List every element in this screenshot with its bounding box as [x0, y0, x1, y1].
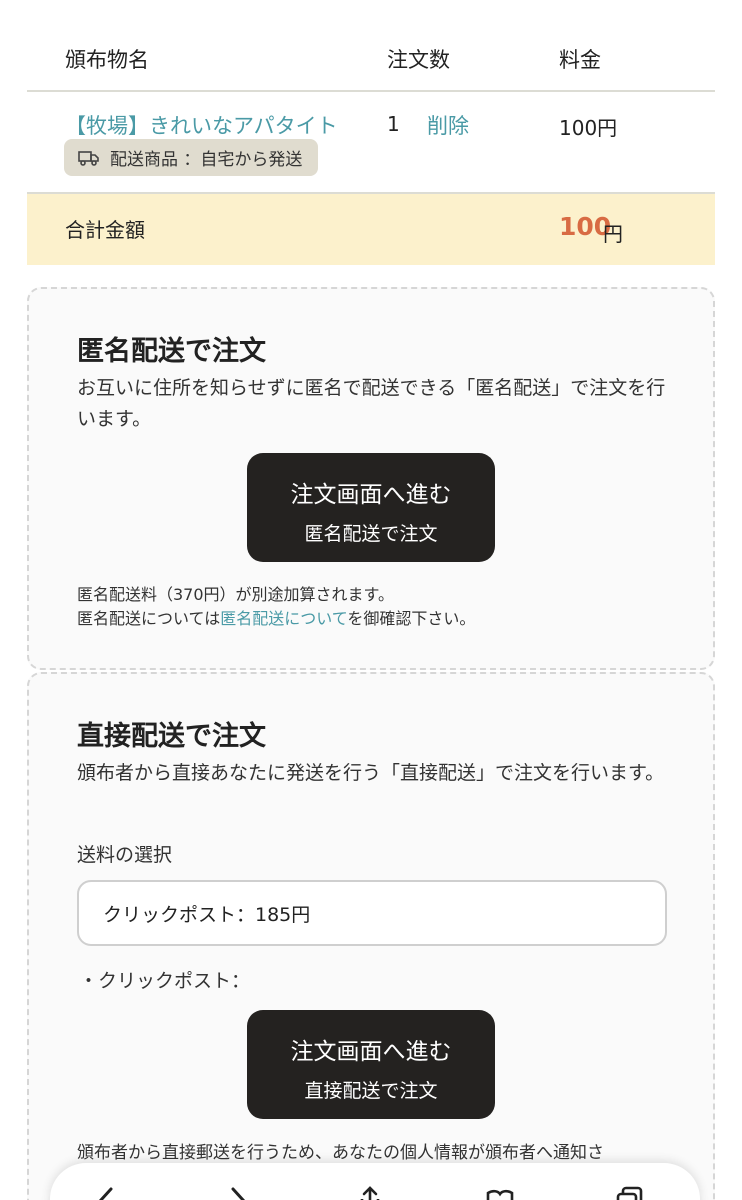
bookmarks-icon[interactable] [485, 1185, 515, 1200]
shipping-badge: 配送商品 ：自宅から発送 [64, 139, 319, 176]
column-header-quantity: 注文数 [387, 48, 450, 72]
total-row: 合計金額 100 円 [27, 194, 715, 265]
anonymous-shipping-title: 匿名配送で注文 [77, 336, 266, 367]
back-icon[interactable] [92, 1185, 122, 1200]
direct-order-button-label: 注文画面へ進む [290, 1039, 452, 1065]
clickpost-bullet: ・クリックポスト： [79, 970, 251, 992]
forward-icon[interactable] [222, 1185, 252, 1200]
anonymous-order-button-label: 注文画面へ進む [290, 482, 452, 508]
total-unit: 円 [603, 222, 623, 246]
item-name-link[interactable]: 【牧場】きれいなアパタイト [65, 110, 338, 140]
direct-privacy-note: 頒布者から直接郵送を行うため、あなたの個人情報が頒布者へ通知さ [77, 1143, 604, 1163]
direct-shipping-description: 頒布者から直接あなたに発送を行う「直接配送」で注文を行います。 [77, 762, 665, 784]
column-header-name: 頒布物名 [65, 48, 149, 72]
shipping-method-value: クリックポスト：185円 [103, 903, 311, 926]
anonymous-info-note: 匿名配送については匿名配送についてを御確認下さい。 [77, 605, 475, 629]
delete-item-link[interactable]: 削除 [427, 110, 469, 140]
anonymous-info-note-suffix: を御確認下さい。 [347, 609, 476, 628]
anonymous-order-button-sublabel: 匿名配送で注文 [304, 523, 438, 545]
column-header-price: 料金 [559, 48, 601, 72]
anonymous-info-link[interactable]: 匿名配送について [220, 609, 347, 628]
item-price: 100円 [559, 116, 618, 140]
table-row: 【牧場】きれいなアパタイト 配送商品 ：自宅から発送 1 削除 100円 [27, 92, 715, 194]
direct-shipping-card: 直接配送で注文 頒布者から直接あなたに発送を行う「直接配送」で注文を行います。 … [27, 672, 715, 1200]
anonymous-shipping-description: お互いに住所を知らせずに匿名で配送できる「匿名配送」で注文を行います。 [77, 377, 666, 430]
anonymous-order-button[interactable]: 注文画面へ進む 匿名配送で注文 [247, 453, 495, 562]
anonymous-shipping-card: 匿名配送で注文 お互いに住所を知らせずに匿名で配送できる「匿名配送」で注文を行い… [27, 287, 715, 670]
direct-order-button-sublabel: 直接配送で注文 [304, 1080, 438, 1102]
direct-shipping-title: 直接配送で注文 [77, 721, 266, 752]
truck-icon [78, 150, 99, 166]
tabs-icon[interactable] [615, 1185, 645, 1200]
shipping-badge-label: 配送商品 ：自宅から発送 [110, 150, 303, 170]
direct-order-button[interactable]: 注文画面へ進む 直接配送で注文 [247, 1010, 495, 1119]
item-quantity: 1 [387, 112, 400, 136]
anonymous-info-note-prefix: 匿名配送については [77, 609, 221, 628]
browser-toolbar [50, 1163, 700, 1200]
shipping-select-label: 送料の選択 [77, 844, 173, 866]
anonymous-fee-note: 匿名配送料（370円）が別途加算されます。 [77, 585, 394, 604]
shipping-method-select[interactable]: クリックポスト：185円 [77, 880, 667, 946]
order-table-header: 頒布物名 注文数 料金 [27, 0, 715, 92]
total-label: 合計金額 [65, 218, 145, 242]
share-icon[interactable] [355, 1185, 385, 1200]
